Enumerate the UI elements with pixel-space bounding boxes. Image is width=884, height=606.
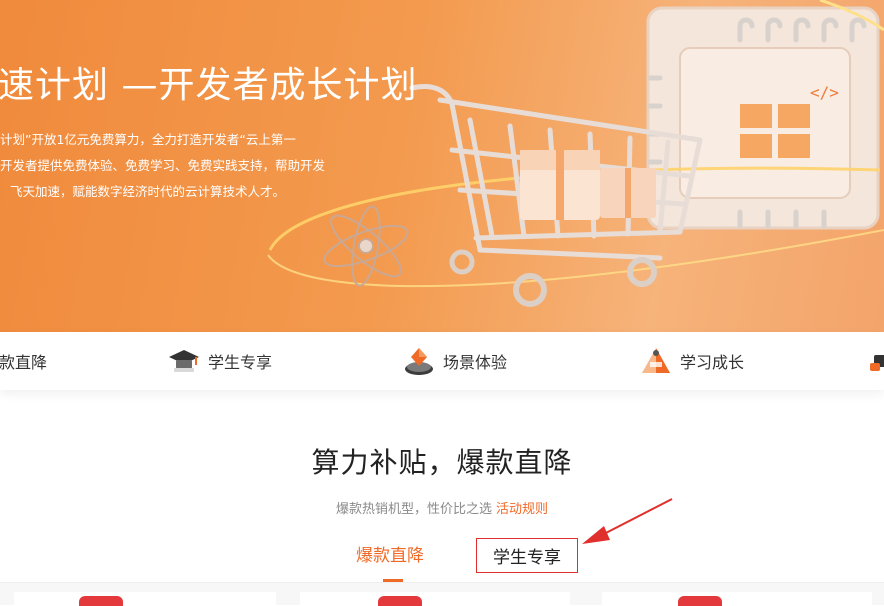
cat-item-price-drop[interactable]: 款直降 xyxy=(0,332,47,390)
cat-item-growth[interactable]: 学习成长 xyxy=(640,332,744,390)
tab-student-label: 学生专享 xyxy=(493,548,561,568)
hero-banner: </> 速计划 —开发者成长计划 计划”开放1亿元免费算力，全力打造开发者“云上… xyxy=(0,0,884,332)
cat-item-scenario[interactable]: 场景体验 xyxy=(403,332,507,390)
partial-icon xyxy=(866,345,884,377)
cat-label: 学习成长 xyxy=(680,353,745,372)
section-subtitle: 爆款热销机型，性价比之选 活动规则 xyxy=(0,498,884,517)
graduation-cap-icon xyxy=(168,345,200,377)
section-title: 算力补贴，爆款直降 xyxy=(311,446,573,479)
hero-description: 计划”开放1亿元免费算力，全力打造开发者“云上第一 开发者提供免费体验、免费学习… xyxy=(0,127,370,205)
tab-price-drop[interactable]: 爆款直降 xyxy=(356,541,424,566)
tab-student[interactable]: 学生专享 xyxy=(476,538,578,573)
category-nav: 款直降 学生专享 场景体验 学习成长 xyxy=(0,332,884,390)
cat-label: 款直降 xyxy=(0,353,48,372)
section-subtitle-text: 爆款热销机型，性价比之选 xyxy=(335,502,492,517)
product-card[interactable] xyxy=(300,592,570,605)
hero-desc-line: 飞天加速，赋能数字经济时代的云计算技术人才。 xyxy=(10,184,286,199)
product-card[interactable] xyxy=(14,592,276,605)
scenario-icon xyxy=(403,345,435,377)
growth-icon xyxy=(640,345,672,377)
gift-box-illustration xyxy=(520,150,656,220)
chip-illustration: </> xyxy=(646,6,880,230)
hero-desc-line: 计划”开放1亿元免费算力，全力打造开发者“云上第一 xyxy=(0,132,296,147)
cat-item-next-partial[interactable] xyxy=(866,332,884,390)
hero-title: 速计划 —开发者成长计划 xyxy=(0,65,418,106)
cat-label: 场景体验 xyxy=(443,353,508,372)
activity-rules-link[interactable]: 活动规则 xyxy=(496,502,548,517)
svg-text:</>: </> xyxy=(810,83,839,102)
cat-item-student[interactable]: 学生专享 xyxy=(168,332,272,390)
cat-label: 学生专享 xyxy=(208,353,273,372)
product-card[interactable] xyxy=(602,592,872,605)
hero-desc-line: 开发者提供免费体验、免费学习、免费实践支持，帮助开发 xyxy=(0,158,326,173)
atom-illustration xyxy=(323,205,409,287)
